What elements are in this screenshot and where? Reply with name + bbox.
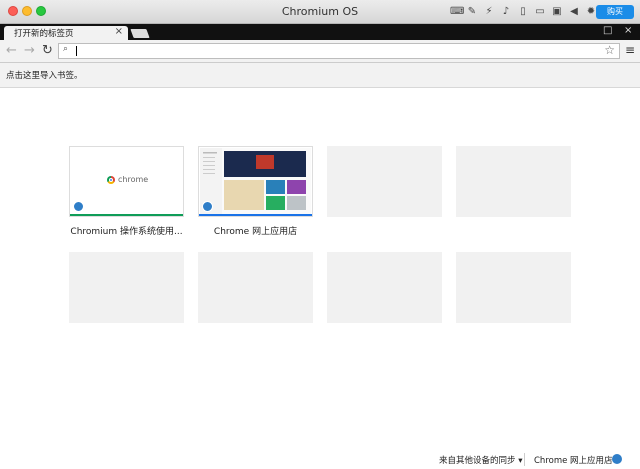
phone-icon[interactable]: ▯ <box>518 5 528 19</box>
tile-favicon-icon <box>73 201 84 212</box>
tab-strip: 打开新的标签页 × □ × <box>0 24 640 40</box>
tile-favicon-icon <box>202 201 213 212</box>
toolbar: ← → ↻ ⌕ ☆ ≡ <box>0 40 640 63</box>
most-visited-tile[interactable]: chrome <box>69 146 184 217</box>
wifi-off-icon[interactable]: ⚡ <box>484 5 494 19</box>
menu-icon[interactable]: ≡ <box>625 43 635 57</box>
reload-icon[interactable]: ↻ <box>42 43 53 59</box>
tile-accent-bar <box>199 214 312 216</box>
tab-close-icon[interactable]: × <box>115 26 123 37</box>
keyboard-icon[interactable]: ⌨ <box>450 5 464 19</box>
new-tab-button[interactable] <box>130 29 150 38</box>
tab-title: 打开新的标签页 <box>14 29 74 39</box>
status-icons: ⌨ ✎ ⚡ ♪ ▯ ▭ ▣ ◀ ✹ <box>450 5 596 19</box>
footer: 来自其他设备的同步 ▾ Chrome 网上应用店 <box>0 450 640 469</box>
bookmark-star-icon[interactable]: ☆ <box>604 43 615 57</box>
forward-icon[interactable]: → <box>24 43 35 59</box>
footer-divider <box>524 453 525 466</box>
buy-button[interactable]: 购买 <box>596 5 634 19</box>
close-icon[interactable]: × <box>624 25 632 36</box>
tab-new-tab[interactable]: 打开新的标签页 × <box>4 26 128 40</box>
chrome-logo-icon <box>107 176 115 184</box>
import-bookmarks-link[interactable]: 点击这里导入书签。 <box>6 69 83 81</box>
omnibox-input[interactable] <box>75 45 595 57</box>
bookmark-bar: 点击这里导入书签。 <box>0 63 640 88</box>
tile-thumb-text: chrome <box>118 175 149 184</box>
volume-icon[interactable]: ♪ <box>501 5 511 19</box>
empty-tile <box>327 252 442 323</box>
back-icon[interactable]: ← <box>6 43 17 59</box>
display-icon[interactable]: ▣ <box>552 5 562 19</box>
store-screenshot-thumb <box>200 148 311 214</box>
mac-titlebar: Chromium OS ⌨ ✎ ⚡ ♪ ▯ ▭ ▣ ◀ ✹ 购买 <box>0 0 640 24</box>
empty-tile <box>327 146 442 217</box>
brightness-icon[interactable]: ✹ <box>586 5 596 19</box>
folder-icon[interactable]: ▭ <box>535 5 545 19</box>
other-devices-menu[interactable]: 来自其他设备的同步 ▾ <box>439 454 522 466</box>
restore-icon[interactable]: □ <box>603 25 612 36</box>
most-visited-tile[interactable] <box>198 146 313 217</box>
tile-accent-bar <box>70 214 183 216</box>
text-caret <box>76 46 77 56</box>
empty-tile <box>69 252 184 323</box>
stylus-icon[interactable]: ✎ <box>467 5 477 19</box>
omnibox[interactable]: ⌕ ☆ <box>58 43 620 59</box>
empty-tile <box>456 146 571 217</box>
tile-label[interactable]: Chromium 操作系统使用... <box>69 224 184 237</box>
search-icon: ⌕ <box>63 44 69 54</box>
webstore-link[interactable]: Chrome 网上应用店 <box>534 454 613 466</box>
play-icon[interactable]: ◀ <box>569 5 579 19</box>
webstore-icon[interactable] <box>612 454 622 464</box>
empty-tile <box>456 252 571 323</box>
tile-label[interactable]: Chrome 网上应用店 <box>198 224 313 237</box>
empty-tile <box>198 252 313 323</box>
